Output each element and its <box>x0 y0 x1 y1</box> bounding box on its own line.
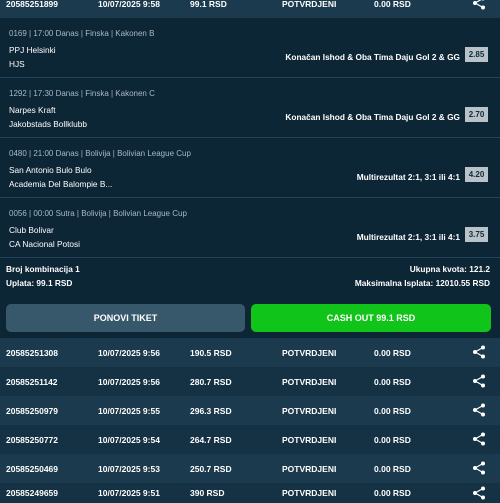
ticket-row-expanded[interactable]: 20585251899 10/07/2025 9:58 99.1 RSD POT… <box>0 0 500 18</box>
ticket-date: 10/07/2025 9:56 <box>98 376 160 387</box>
ticket-win: 0.00 RSD <box>374 434 411 445</box>
match-item: 1292 | 17:30 Danas | Finska | Kakonen C … <box>0 78 500 138</box>
stake-amount: Uplata: 99.1 RSD <box>6 278 73 288</box>
match-meta: 0056 | 00:00 Sutra | Bolivija | Bolivian… <box>9 209 187 218</box>
ticket-win: 0.00 RSD <box>374 376 411 387</box>
home-team: San Antonio Bulo Bulo <box>9 165 92 175</box>
ticket-status: POTVRDJENI <box>282 0 337 9</box>
ticket-amount: 280.7 RSD <box>190 376 232 387</box>
cash-out-button[interactable]: CASH OUT 99.1 RSD <box>251 304 491 332</box>
ticket-id: 20585251899 <box>6 0 59 9</box>
ticket-amount: 296.3 RSD <box>190 405 232 416</box>
ticket-win: 0.00 RSD <box>374 0 411 9</box>
share-icon[interactable] <box>472 374 486 388</box>
ticket-amount: 264.7 RSD <box>190 434 232 445</box>
ticket-id: 20585249659 <box>6 488 59 498</box>
ticket-win: 0.00 RSD <box>374 488 411 498</box>
share-icon[interactable] <box>472 461 486 475</box>
ticket-win: 0.00 RSD <box>374 347 411 358</box>
ticket-row[interactable]: 20585251142 10/07/2025 9:56 280.7 RSD PO… <box>0 367 500 396</box>
ticket-amount: 390 RSD <box>190 488 225 498</box>
max-payout: Maksimalna Isplata: 12010.55 RSD <box>354 278 490 288</box>
combinations-count: Broj kombinacija 1 <box>6 264 80 274</box>
bet-tip: Multirezultat 2:1, 3:1 ili 4:1 <box>356 172 460 182</box>
ticket-details: 0169 | 17:00 Danas | Finska | Kakonen B … <box>0 18 500 338</box>
ticket-status: POTVRDJENI <box>282 463 337 474</box>
ticket-id: 20585250469 <box>6 463 59 474</box>
ticket-id: 20585251308 <box>6 347 59 358</box>
away-team: HJS <box>9 59 25 69</box>
ticket-date: 10/07/2025 9:56 <box>98 347 160 358</box>
share-icon[interactable] <box>472 432 486 446</box>
odd-value: 2.85 <box>465 47 488 62</box>
ticket-id: 20585250772 <box>6 434 59 445</box>
away-team: Academia Del Balompie B... <box>9 179 113 189</box>
ticket-date: 10/07/2025 9:55 <box>98 405 160 416</box>
ticket-status: POTVRDJENI <box>282 376 337 387</box>
ticket-amount: 190.5 RSD <box>190 347 232 358</box>
ticket-date: 10/07/2025 9:53 <box>98 463 160 474</box>
ticket-status: POTVRDJENI <box>282 347 337 358</box>
match-meta: 0169 | 17:00 Danas | Finska | Kakonen B <box>9 29 155 38</box>
ticket-amount: 250.7 RSD <box>190 463 232 474</box>
ticket-date: 10/07/2025 9:58 <box>98 0 160 9</box>
ticket-status: POTVRDJENI <box>282 405 337 416</box>
bet-tip: Multirezultat 2:1, 3:1 ili 4:1 <box>356 232 460 242</box>
home-team: Narpes Kraft <box>9 105 56 115</box>
ticket-win: 0.00 RSD <box>374 405 411 416</box>
ticket-date: 10/07/2025 9:54 <box>98 434 160 445</box>
match-item: 0169 | 17:00 Danas | Finska | Kakonen B … <box>0 18 500 78</box>
away-team: Jakobstads Bollklubb <box>9 119 87 129</box>
share-icon[interactable] <box>472 403 486 417</box>
ticket-row[interactable]: 20585250772 10/07/2025 9:54 264.7 RSD PO… <box>0 425 500 454</box>
odd-value: 2.70 <box>465 107 488 122</box>
bet-tip: Konačan Ishod & Oba Tima Daju Gol 2 & GG <box>285 112 460 122</box>
odd-value: 3.75 <box>465 227 488 242</box>
odd-value: 4.20 <box>465 167 488 182</box>
match-meta: 1292 | 17:30 Danas | Finska | Kakonen C <box>9 89 155 98</box>
ticket-row[interactable]: 20585251308 10/07/2025 9:56 190.5 RSD PO… <box>0 338 500 367</box>
ticket-row[interactable]: 20585250979 10/07/2025 9:55 296.3 RSD PO… <box>0 396 500 425</box>
ticket-status: POTVRDJENI <box>282 434 337 445</box>
match-item: 0480 | 21:00 Danas | Bolivija | Bolivian… <box>0 138 500 198</box>
ticket-id: 20585250979 <box>6 405 59 416</box>
bet-tip: Konačan Ishod & Oba Tima Daju Gol 2 & GG <box>285 52 460 62</box>
ticket-date: 10/07/2025 9:51 <box>98 488 160 498</box>
repeat-ticket-button[interactable]: PONOVI TIKET <box>6 304 245 332</box>
match-item: 0056 | 00:00 Sutra | Bolivija | Bolivian… <box>0 198 500 258</box>
ticket-win: 0.00 RSD <box>374 463 411 474</box>
home-team: PPJ Helsinki <box>9 45 56 55</box>
home-team: Club Bolivar <box>9 225 54 235</box>
share-icon[interactable] <box>472 0 486 10</box>
ticket-status: POTVRDJENI <box>282 488 337 498</box>
total-odds: Ukupna kvota: 121.2 <box>409 264 490 274</box>
ticket-amount: 99.1 RSD <box>190 0 227 9</box>
share-icon[interactable] <box>472 345 486 359</box>
ticket-row[interactable]: 20585250469 10/07/2025 9:53 250.7 RSD PO… <box>0 454 500 483</box>
match-meta: 0480 | 21:00 Danas | Bolivija | Bolivian… <box>9 149 191 158</box>
share-icon[interactable] <box>472 486 486 500</box>
away-team: CA Nacional Potosi <box>9 239 81 249</box>
ticket-id: 20585251142 <box>6 376 58 387</box>
ticket-row[interactable]: 20585249659 10/07/2025 9:51 390 RSD POTV… <box>0 483 500 503</box>
